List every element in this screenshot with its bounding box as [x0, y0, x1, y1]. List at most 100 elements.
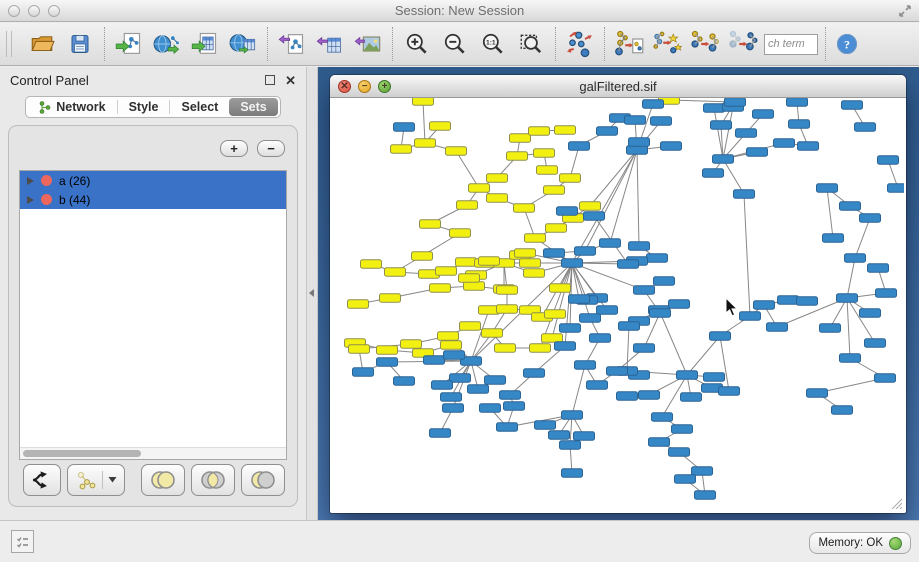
- graph-node[interactable]: [634, 286, 655, 295]
- graph-edge[interactable]: [723, 107, 733, 159]
- graph-node[interactable]: [562, 411, 583, 420]
- search-input[interactable]: [764, 34, 818, 55]
- graph-edge[interactable]: [572, 365, 585, 415]
- graph-node[interactable]: [524, 269, 545, 278]
- graph-node[interactable]: [754, 301, 775, 310]
- graph-node[interactable]: [840, 354, 861, 363]
- open-session-button[interactable]: [25, 27, 59, 61]
- graph-node[interactable]: [855, 123, 876, 132]
- fullscreen-icon[interactable]: [897, 3, 913, 19]
- graph-node[interactable]: [747, 148, 768, 157]
- tab-sets[interactable]: Sets: [229, 98, 277, 116]
- graph-node[interactable]: [510, 134, 531, 143]
- network-window-titlebar[interactable]: ✕ − + galFiltered.sif: [330, 75, 906, 98]
- graph-node[interactable]: [587, 381, 608, 390]
- graph-node[interactable]: [504, 402, 525, 411]
- graph-node[interactable]: [534, 149, 555, 158]
- graph-node[interactable]: [647, 254, 668, 263]
- graph-node[interactable]: [860, 214, 881, 223]
- difference-button[interactable]: [241, 464, 285, 496]
- graph-node[interactable]: [629, 138, 650, 147]
- graph-node[interactable]: [514, 204, 535, 213]
- graph-node[interactable]: [584, 212, 605, 221]
- graph-node[interactable]: [798, 142, 819, 151]
- graph-node[interactable]: [878, 156, 899, 165]
- network-merge-c-button[interactable]: [726, 27, 760, 61]
- graph-node[interactable]: [842, 101, 863, 110]
- graph-edge[interactable]: [590, 150, 637, 206]
- graph-node[interactable]: [725, 98, 746, 106]
- graph-node[interactable]: [654, 277, 675, 286]
- zoom-window-icon[interactable]: [48, 5, 60, 17]
- graph-node[interactable]: [823, 234, 844, 243]
- graph-node[interactable]: [711, 121, 732, 130]
- graph-node[interactable]: [778, 296, 799, 305]
- network-merge-a-button[interactable]: [650, 27, 684, 61]
- graph-node[interactable]: [441, 341, 462, 350]
- graph-node[interactable]: [597, 306, 618, 315]
- close-panel-icon[interactable]: ✕: [285, 74, 296, 87]
- graph-node[interactable]: [430, 284, 451, 293]
- graph-node[interactable]: [560, 324, 581, 333]
- expand-triangle-icon[interactable]: [27, 177, 34, 185]
- graph-node[interactable]: [497, 423, 518, 432]
- graph-node[interactable]: [672, 425, 693, 434]
- graph-node[interactable]: [377, 346, 398, 355]
- zoom-out-button[interactable]: [438, 27, 472, 61]
- network-from-selection-button[interactable]: [612, 27, 646, 61]
- minimize-view-icon[interactable]: −: [358, 80, 371, 93]
- graph-node[interactable]: [487, 174, 508, 183]
- graph-node[interactable]: [457, 201, 478, 210]
- expand-triangle-icon[interactable]: [27, 196, 34, 204]
- graph-node[interactable]: [377, 358, 398, 367]
- graph-node[interactable]: [450, 374, 471, 383]
- close-window-icon[interactable]: [8, 5, 20, 17]
- graph-node[interactable]: [436, 267, 457, 276]
- graph-node[interactable]: [692, 467, 713, 476]
- graph-edge[interactable]: [659, 310, 687, 375]
- graph-edge[interactable]: [572, 263, 590, 318]
- graph-node[interactable]: [600, 239, 621, 248]
- add-set-button[interactable]: +: [220, 140, 248, 157]
- graph-edge[interactable]: [847, 258, 855, 298]
- graph-node[interactable]: [619, 322, 640, 331]
- graph-node[interactable]: [651, 117, 672, 126]
- graph-node[interactable]: [353, 368, 374, 377]
- export-network-button[interactable]: [275, 27, 309, 61]
- graph-edge[interactable]: [687, 336, 720, 375]
- help-button[interactable]: ?: [833, 27, 861, 61]
- graph-node[interactable]: [420, 220, 441, 229]
- graph-node[interactable]: [444, 351, 465, 360]
- graph-node[interactable]: [865, 339, 886, 348]
- graph-node[interactable]: [557, 207, 578, 216]
- graph-node[interactable]: [868, 264, 889, 273]
- graph-node[interactable]: [704, 373, 725, 382]
- graph-node[interactable]: [560, 174, 581, 183]
- graph-node[interactable]: [575, 247, 596, 256]
- collapse-panel-icon[interactable]: [309, 289, 314, 297]
- graph-node[interactable]: [450, 229, 471, 238]
- graph-node[interactable]: [535, 421, 556, 430]
- graph-node[interactable]: [385, 268, 406, 277]
- graph-node[interactable]: [443, 404, 464, 413]
- graph-node[interactable]: [617, 392, 638, 401]
- graph-node[interactable]: [485, 376, 506, 385]
- graph-node[interactable]: [629, 242, 650, 251]
- graph-node[interactable]: [446, 147, 467, 156]
- graph-node[interactable]: [524, 369, 545, 378]
- graph-node[interactable]: [649, 438, 670, 447]
- graph-node[interactable]: [734, 190, 755, 199]
- graph-node[interactable]: [497, 286, 518, 295]
- graph-node[interactable]: [574, 432, 595, 441]
- graph-edge[interactable]: [456, 151, 479, 188]
- graph-node[interactable]: [562, 259, 583, 268]
- graph-node[interactable]: [500, 391, 521, 400]
- sets-list[interactable]: a (26) b (44): [19, 170, 287, 460]
- graph-node[interactable]: [515, 249, 536, 258]
- network-canvas[interactable]: [330, 98, 904, 511]
- set-row-a[interactable]: a (26): [20, 171, 286, 190]
- graph-node[interactable]: [495, 344, 516, 353]
- graph-node[interactable]: [580, 314, 601, 323]
- graph-node[interactable]: [876, 289, 897, 298]
- network-merge-b-button[interactable]: [688, 27, 722, 61]
